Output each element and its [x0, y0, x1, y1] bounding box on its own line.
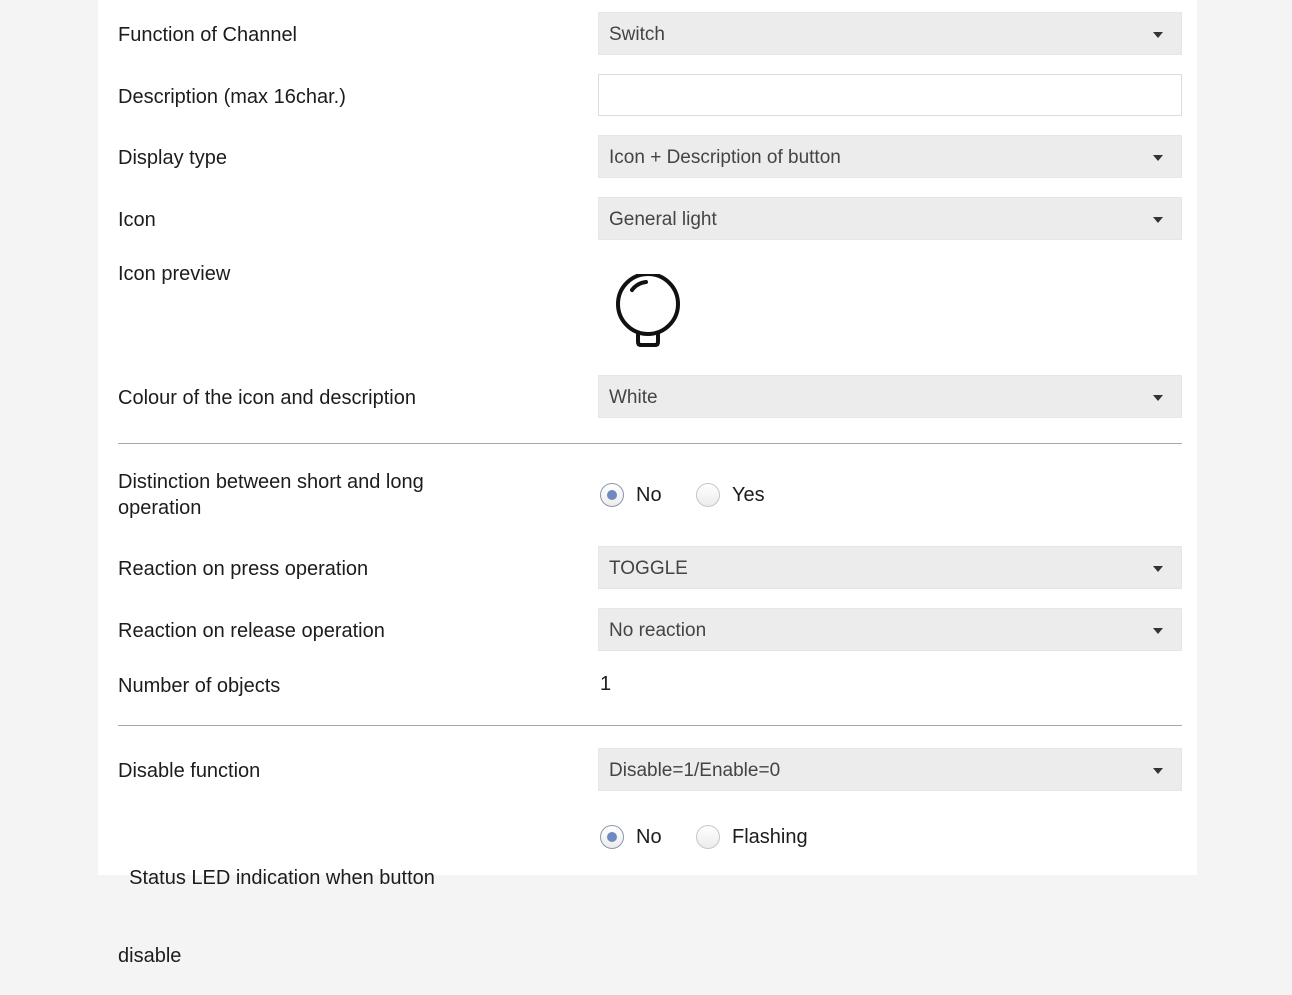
- reaction-press-label: Reaction on press operation: [118, 558, 369, 580]
- chevron-down-icon: [1153, 628, 1163, 634]
- description-label: Description (max 16char.): [118, 86, 346, 108]
- display-type-label: Display type: [118, 147, 227, 169]
- icon-dropdown[interactable]: General light: [598, 197, 1182, 240]
- distinction-option-no[interactable]: No: [600, 483, 662, 507]
- distinction-option-no-label: No: [636, 483, 662, 506]
- disable-function-dropdown[interactable]: Disable=1/Enable=0: [598, 748, 1182, 791]
- icon-label: Icon: [118, 209, 156, 231]
- distinction-option-yes-label: Yes: [732, 483, 765, 506]
- distinction-label: Distinction between short and long opera…: [118, 469, 424, 521]
- reaction-release-dropdown[interactable]: No reaction: [598, 608, 1182, 651]
- distinction-option-yes[interactable]: Yes: [696, 483, 765, 507]
- number-of-objects-label: Number of objects: [118, 675, 281, 697]
- status-led-label: Status LED indication when button disabl…: [118, 813, 435, 995]
- status-led-option-no[interactable]: No: [600, 825, 662, 849]
- function-of-channel-value: Switch: [609, 24, 665, 45]
- description-input[interactable]: [598, 74, 1182, 116]
- distinction-label-line1: Distinction between short and long: [118, 471, 424, 493]
- status-led-label-line1: Status LED indication when button: [118, 867, 435, 889]
- section-divider: [118, 725, 1182, 726]
- distinction-label-line2: operation: [118, 497, 202, 519]
- chevron-down-icon: [1153, 32, 1163, 38]
- number-of-objects-value: 1: [600, 673, 612, 695]
- colour-dropdown[interactable]: White: [598, 375, 1182, 418]
- icon-preview-label: Icon preview: [118, 263, 231, 285]
- status-led-option-flashing-label: Flashing: [732, 825, 808, 848]
- chevron-down-icon: [1153, 768, 1163, 774]
- status-led-label-line2: disable: [118, 945, 182, 967]
- disable-function-label: Disable function: [118, 760, 261, 782]
- icon-value: General light: [609, 209, 717, 230]
- radio-unchecked-icon: [696, 825, 720, 849]
- reaction-press-dropdown[interactable]: TOGGLE: [598, 546, 1182, 589]
- colour-value: White: [609, 387, 658, 408]
- radio-checked-icon: [600, 825, 624, 849]
- reaction-press-value: TOGGLE: [609, 558, 688, 579]
- colour-label: Colour of the icon and description: [118, 387, 416, 409]
- reaction-release-value: No reaction: [609, 620, 707, 641]
- reaction-release-label: Reaction on release operation: [118, 620, 385, 642]
- parameter-panel: [98, 0, 1197, 875]
- radio-checked-icon: [600, 483, 624, 507]
- display-type-value: Icon + Description of button: [609, 147, 841, 168]
- light-bulb-icon: [616, 274, 680, 347]
- chevron-down-icon: [1153, 155, 1163, 161]
- function-of-channel-dropdown[interactable]: Switch: [598, 12, 1182, 55]
- status-led-option-no-label: No: [636, 825, 662, 848]
- chevron-down-icon: [1153, 395, 1163, 401]
- display-type-dropdown[interactable]: Icon + Description of button: [598, 135, 1182, 178]
- chevron-down-icon: [1153, 217, 1163, 223]
- function-of-channel-label: Function of Channel: [118, 24, 298, 46]
- chevron-down-icon: [1153, 566, 1163, 572]
- disable-function-value: Disable=1/Enable=0: [609, 760, 781, 781]
- radio-unchecked-icon: [696, 483, 720, 507]
- section-divider: [118, 443, 1182, 444]
- status-led-option-flashing[interactable]: Flashing: [696, 825, 808, 849]
